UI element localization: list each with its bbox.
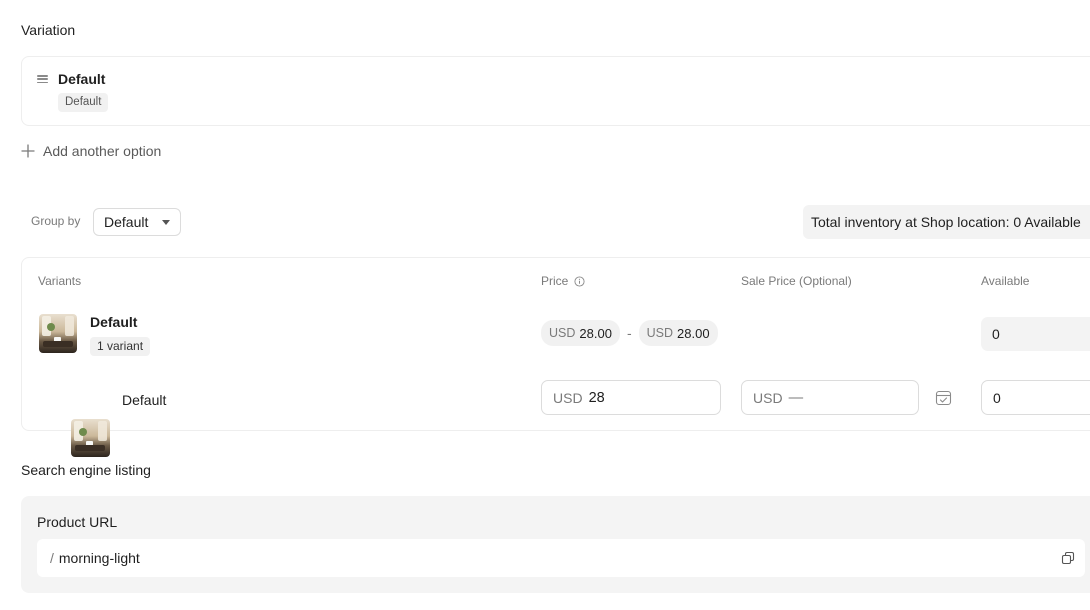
price-max-pill: USD 28.00 (638, 320, 718, 346)
price-max-currency: USD (646, 326, 674, 340)
option-name: Default (58, 71, 106, 87)
add-option-button[interactable]: Add another option (21, 143, 161, 159)
variant-group-name[interactable]: Default (90, 314, 137, 330)
col-price-label: Price (541, 274, 569, 288)
variants-table: Variants Price Sale Price (Optional) Ava… (21, 257, 1090, 457)
col-variants: Variants (38, 274, 82, 288)
variant-name[interactable]: Default (122, 392, 166, 408)
price-min-pill: USD 28.00 (541, 320, 620, 346)
variation-title: Variation (21, 22, 76, 38)
variant-available-input[interactable]: 0 (981, 380, 1090, 415)
sale-value: — (788, 389, 804, 406)
url-prefix: / (50, 550, 54, 566)
price-min-currency: USD (549, 326, 576, 340)
inventory-summary: Total inventory at Shop location: 0 Avai… (803, 205, 1090, 239)
product-url-label: Product URL (37, 514, 118, 530)
option-value-tag: Default (58, 93, 109, 112)
group-by-label: Group by (31, 214, 81, 228)
url-slug: morning-light (58, 550, 140, 566)
drag-handle-icon[interactable] (37, 75, 48, 83)
price-value: 28 (588, 389, 605, 406)
plus-icon (21, 144, 35, 158)
price-min-value: 28.00 (579, 325, 612, 341)
group-price-range: USD 28.00 - USD 28.00 (541, 320, 718, 346)
add-option-label: Add another option (43, 143, 162, 159)
info-icon[interactable] (574, 275, 585, 287)
caret-down-icon (162, 219, 170, 225)
price-currency: USD (553, 389, 583, 406)
group-by-value: Default (104, 214, 149, 230)
col-available: Available (981, 274, 1030, 288)
group-available: 0 (981, 317, 1090, 351)
group-by-select[interactable]: Default (93, 208, 181, 236)
seo-card: Product URL / morning-light (21, 496, 1090, 593)
group-available-value: 0 (992, 326, 1000, 342)
seo-title: Search engine listing (21, 462, 151, 478)
product-url-field[interactable]: / morning-light (37, 539, 1085, 577)
copy-icon[interactable] (1061, 551, 1075, 565)
variation-option-card[interactable]: Default Default (21, 56, 1090, 126)
variant-group-thumbnail (39, 314, 77, 353)
variant-thumbnail (71, 419, 110, 457)
price-range-separator: - (626, 325, 632, 341)
inventory-summary-text: Total inventory at Shop location: 0 Avai… (811, 214, 1081, 230)
col-sale-price: Sale Price (Optional) (741, 274, 852, 288)
price-max-value: 28.00 (677, 325, 710, 341)
variant-available-value: 0 (993, 389, 1001, 406)
calendar-icon[interactable] (935, 389, 952, 406)
col-price: Price (541, 274, 585, 288)
variant-count-badge: 1 variant (90, 337, 151, 356)
variant-price-input[interactable]: USD 28 (541, 380, 721, 415)
sale-currency: USD (753, 389, 783, 406)
variant-sale-price-input[interactable]: USD — (741, 380, 919, 415)
